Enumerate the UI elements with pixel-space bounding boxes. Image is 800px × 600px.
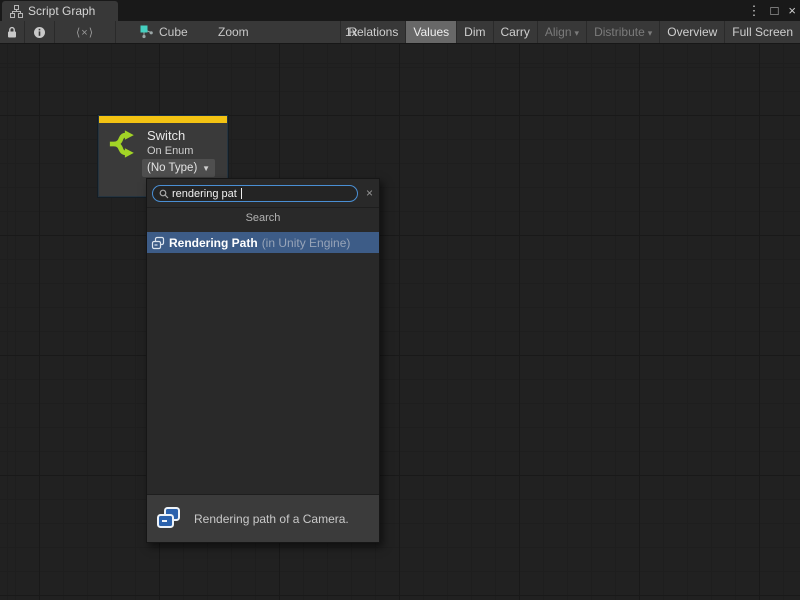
relations-button[interactable]: Relations — [340, 21, 405, 43]
search-input[interactable]: rendering pat — [152, 185, 358, 202]
lock-button[interactable] — [0, 21, 25, 43]
graph-name-label: Cube — [159, 25, 188, 39]
values-button[interactable]: Values — [405, 21, 456, 43]
search-icon — [159, 189, 169, 199]
popup-footer: Rendering path of a Camera. — [147, 494, 379, 542]
divider — [147, 207, 379, 208]
chevron-down-icon: ▾ — [648, 28, 653, 38]
node-title: Switch — [147, 128, 185, 143]
code-icon: ⟨×⟩ — [76, 26, 94, 39]
relations-label: Relations — [348, 25, 398, 39]
fullscreen-button[interactable]: Full Screen — [724, 21, 800, 43]
search-result-rendering-path[interactable]: Rendering Path (in Unity Engine) — [147, 232, 379, 253]
toolbar: ⟨×⟩ Cube Zoom 1x Relations — [0, 21, 800, 44]
tab-title: Script Graph — [28, 4, 95, 18]
graph-tab-icon — [10, 5, 23, 18]
fullscreen-label: Full Screen — [732, 25, 793, 39]
graph-reference[interactable]: Cube — [140, 21, 188, 43]
result-description: Rendering path of a Camera. — [194, 512, 349, 526]
node-subtitle: On Enum — [147, 145, 193, 157]
result-context: (in Unity Engine) — [262, 236, 351, 250]
type-dropdown[interactable]: (No Type) ▼ — [142, 159, 215, 177]
result-name: Rendering Path — [169, 236, 258, 250]
chevron-down-icon: ▼ — [202, 164, 210, 173]
close-icon[interactable]: × — [788, 0, 796, 21]
align-button[interactable]: Align▾ — [537, 21, 586, 43]
align-label: Align — [545, 25, 572, 39]
toolbar-left-group: ⟨×⟩ — [0, 21, 116, 43]
type-search-popup: rendering pat × Search Rendering Path (i… — [146, 178, 380, 543]
zoom-label: Zoom — [218, 21, 249, 43]
maximize-icon[interactable]: □ — [771, 0, 779, 21]
window-controls: ⋮ □ × — [748, 0, 796, 21]
text-caret — [241, 188, 242, 199]
carry-button[interactable]: Carry — [493, 21, 537, 43]
carry-label: Carry — [501, 25, 530, 39]
switch-branch-icon — [108, 129, 138, 159]
info-button[interactable] — [25, 21, 55, 43]
info-icon — [33, 26, 46, 39]
enum-icon-large — [155, 506, 182, 531]
type-dropdown-value: (No Type) — [147, 162, 197, 174]
dim-label: Dim — [464, 25, 485, 39]
search-query-text: rendering pat — [172, 188, 237, 200]
menu-icon[interactable]: ⋮ — [748, 0, 761, 21]
tab-strip: Script Graph ⋮ □ × — [0, 0, 800, 21]
toolbar-right-group: Relations Values Dim Carry Align▾ Distri… — [340, 21, 800, 43]
chevron-down-icon: ▾ — [575, 28, 580, 38]
distribute-button[interactable]: Distribute▾ — [586, 21, 659, 43]
enum-icon — [151, 236, 165, 250]
search-section-header: Search — [147, 212, 379, 224]
overview-button[interactable]: Overview — [659, 21, 724, 43]
dim-button[interactable]: Dim — [456, 21, 492, 43]
distribute-label: Distribute — [594, 25, 645, 39]
tab-script-graph[interactable]: Script Graph — [2, 1, 118, 21]
overview-label: Overview — [667, 25, 717, 39]
values-label: Values — [413, 25, 449, 39]
script-graph-window: Script Graph ⋮ □ × — [0, 0, 800, 600]
node-color-bar — [99, 116, 227, 123]
script-machine-icon — [140, 25, 154, 39]
code-toggle-button[interactable]: ⟨×⟩ — [55, 21, 116, 43]
popup-close-icon[interactable]: × — [366, 186, 373, 200]
lock-icon — [6, 26, 18, 39]
